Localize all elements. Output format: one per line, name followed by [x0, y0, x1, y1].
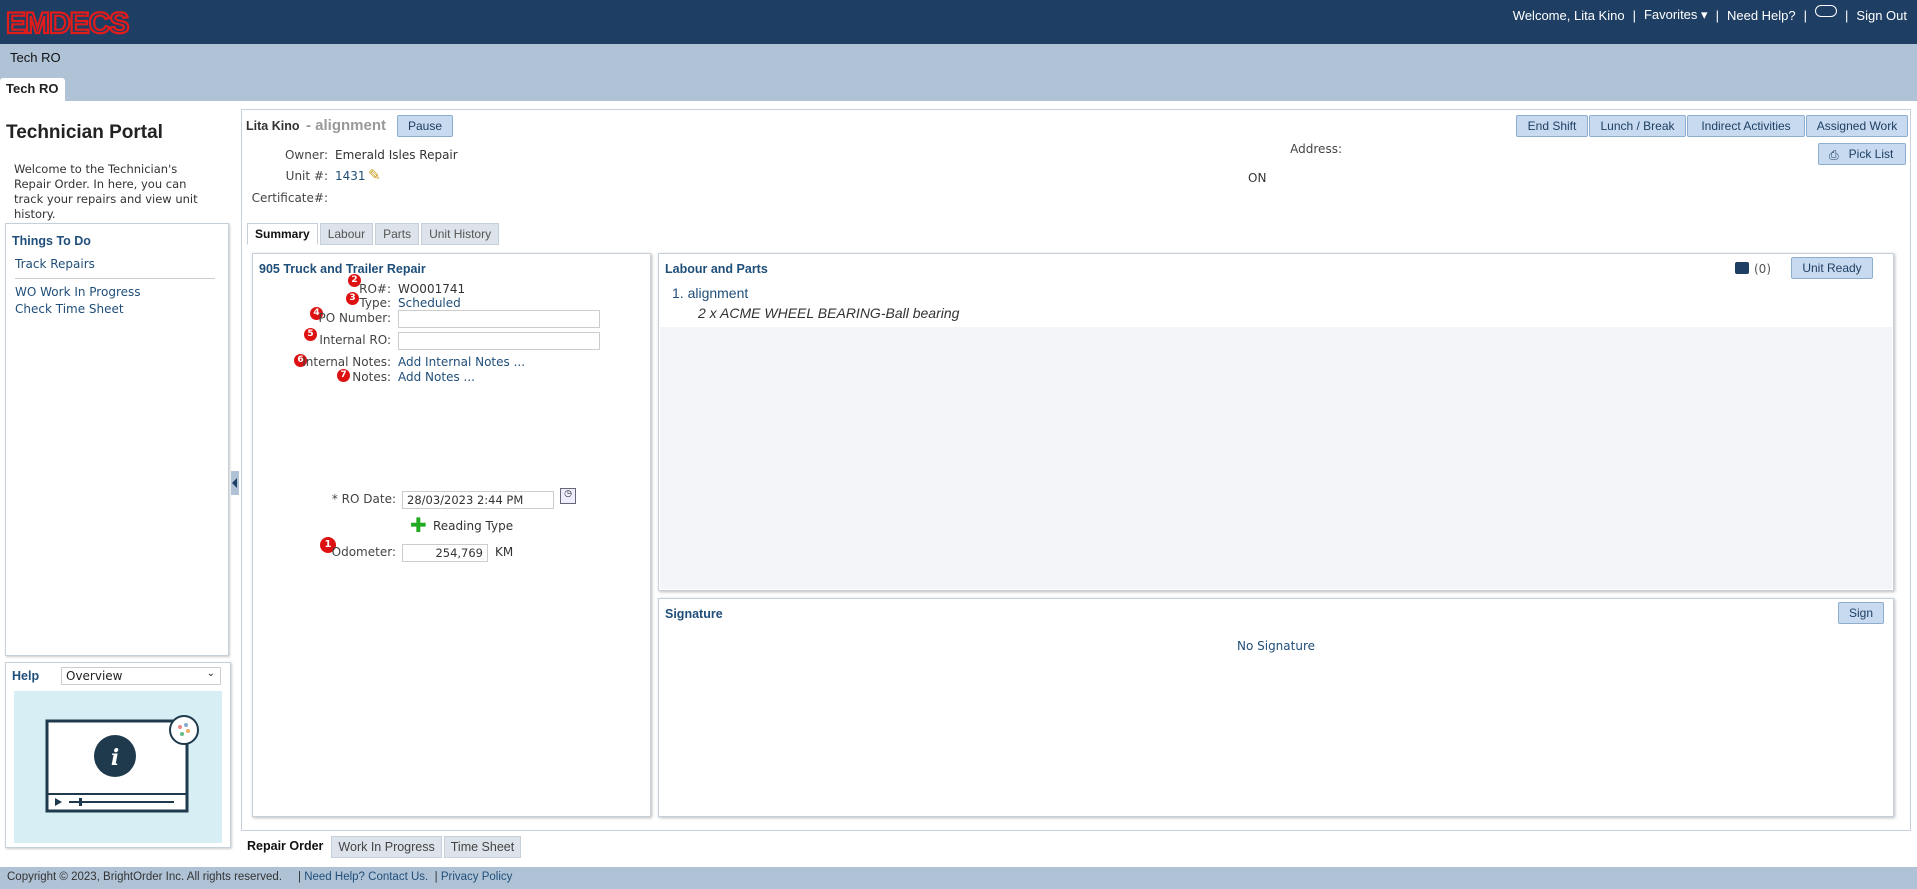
- signature-panel: Signature Sign No Signature: [658, 598, 1894, 817]
- tab-tech-ro[interactable]: Tech RO: [0, 78, 65, 101]
- photo-count: (0): [1754, 262, 1771, 276]
- check-time-sheet-link[interactable]: Check Time Sheet: [15, 302, 124, 316]
- labour-parts-list: 1. alignment 2 x ACME WHEEL BEARING-Ball…: [660, 282, 1892, 589]
- track-repairs-link[interactable]: Track Repairs: [15, 257, 95, 271]
- unit-ready-button[interactable]: Unit Ready: [1791, 257, 1873, 279]
- tab-summary[interactable]: Summary: [247, 223, 318, 245]
- tab-work-in-progress[interactable]: Work In Progress: [331, 836, 442, 858]
- ro-date-input[interactable]: 28/03/2023 2:44 PM: [402, 491, 554, 509]
- chat-icon[interactable]: [1815, 5, 1838, 17]
- module-bar: Tech RO Tech RO: [0, 44, 1917, 101]
- end-shift-button[interactable]: End Shift: [1516, 115, 1588, 137]
- calendar-clock-icon[interactable]: ◷: [560, 488, 576, 504]
- top-bar: EMDECS Welcome, Lita Kino | Favorites ▾ …: [0, 0, 1917, 44]
- add-internal-notes-link[interactable]: Add Internal Notes ...: [398, 355, 525, 369]
- odometer-label: Odometer:: [331, 545, 396, 559]
- ro-summary-panel: 905 Truck and Trailer Repair 2 RO#: WO00…: [252, 253, 651, 817]
- unit-link[interactable]: 1431: [335, 169, 366, 183]
- wo-work-in-progress-link[interactable]: WO Work In Progress: [15, 285, 141, 299]
- add-notes-link[interactable]: Add Notes ...: [398, 370, 475, 384]
- assigned-work-button[interactable]: Assigned Work: [1806, 115, 1908, 137]
- notes-label: Notes:: [352, 370, 391, 384]
- lunch-break-button[interactable]: Lunch / Break: [1589, 115, 1686, 137]
- video-player-icon: i: [45, 715, 199, 813]
- po-number-input[interactable]: [398, 310, 600, 328]
- things-to-do-panel: Things To Do Track Repairs WO Work In Pr…: [5, 223, 229, 656]
- tab-repair-order[interactable]: Repair Order: [241, 836, 330, 858]
- tab-unit-history[interactable]: Unit History: [421, 223, 500, 245]
- copyright-text: Copyright © 2023, BrightOrder Inc. All r…: [7, 871, 283, 883]
- pick-list-label: Pick List: [1848, 147, 1894, 161]
- type-value[interactable]: Scheduled: [398, 296, 461, 310]
- part-item: 2 x ACME WHEEL BEARING-Ball bearing: [698, 305, 960, 321]
- footer: Copyright © 2023, BrightOrder Inc. All r…: [0, 867, 1917, 889]
- help-label: Help: [12, 669, 40, 683]
- shop-title: 905 Truck and Trailer Repair: [259, 262, 426, 276]
- odometer-input[interactable]: 254,769: [402, 544, 488, 562]
- type-label: Type:: [359, 296, 391, 310]
- chevron-down-icon: ⌄: [206, 668, 215, 679]
- ro-number-label: RO#:: [359, 282, 391, 296]
- reading-type-link[interactable]: Reading Type: [433, 519, 513, 533]
- help-topic-value: Overview: [66, 669, 123, 683]
- favorites-menu[interactable]: Favorites ▾: [1644, 7, 1708, 23]
- tab-parts[interactable]: Parts: [375, 223, 420, 245]
- favorites-label: Favorites: [1643, 7, 1698, 22]
- no-signature-text: No Signature: [1236, 639, 1316, 653]
- welcome-text: Welcome, Lita Kino: [1512, 7, 1625, 23]
- svg-text:EMDECS: EMDECS: [6, 7, 128, 39]
- tab-time-sheet[interactable]: Time Sheet: [443, 836, 522, 858]
- need-help-link[interactable]: Need Help?: [1727, 8, 1796, 23]
- bottom-tabs: Repair Order Work In Progress Time Sheet: [241, 836, 522, 858]
- svg-text:i: i: [111, 745, 119, 771]
- internal-ro-label: Internal RO:: [319, 333, 391, 347]
- labour-item-link[interactable]: 1. alignment: [672, 285, 748, 301]
- breadcrumb: Tech RO: [10, 50, 61, 65]
- photo-icon[interactable]: [1735, 262, 1749, 274]
- pick-list-button[interactable]: ⎙ Pick List: [1818, 143, 1906, 165]
- certificate-label: Certificate#:: [251, 191, 328, 205]
- labour-parts-title: Labour and Parts: [665, 262, 768, 276]
- emdecs-logo[interactable]: EMDECS: [6, 5, 166, 39]
- owner-label: Owner:: [284, 148, 328, 162]
- help-video[interactable]: i: [14, 691, 222, 843]
- signature-title: Signature: [665, 607, 723, 621]
- printer-icon: ⎙: [1829, 148, 1839, 162]
- page-title: Technician Portal: [6, 122, 163, 143]
- things-to-do-title: Things To Do: [12, 234, 91, 248]
- current-task: - alignment: [306, 117, 387, 134]
- add-icon[interactable]: ✚: [410, 515, 427, 535]
- pause-button[interactable]: Pause: [397, 115, 454, 137]
- divider: [15, 278, 215, 279]
- intro-text: Welcome to the Technician's Repair Order…: [14, 162, 198, 221]
- indirect-activities-button[interactable]: Indirect Activities: [1687, 115, 1805, 137]
- address-label: Address:: [1290, 142, 1342, 156]
- tab-labour[interactable]: Labour: [319, 223, 374, 245]
- privacy-policy-link[interactable]: Privacy Policy: [441, 871, 513, 883]
- main-panel: Lita Kino - alignment Pause End Shift Lu…: [241, 109, 1911, 831]
- sign-out-link[interactable]: Sign Out: [1856, 8, 1907, 23]
- help-panel: Help Overview ⌄ i: [5, 662, 231, 848]
- technician-name: Lita Kino: [246, 119, 300, 133]
- po-number-label: PO Number:: [318, 311, 391, 325]
- pencil-icon[interactable]: ✎: [368, 166, 381, 184]
- odometer-unit: KM: [495, 545, 514, 559]
- caret-down-icon: ▾: [1701, 7, 1708, 22]
- internal-notes-label: Internal Notes:: [302, 355, 391, 369]
- labour-parts-panel: Labour and Parts (0) Unit Ready 1. align…: [658, 253, 1894, 591]
- address-value: ON: [1248, 171, 1267, 185]
- sign-button[interactable]: Sign: [1838, 602, 1884, 624]
- internal-ro-input[interactable]: [398, 332, 600, 350]
- collapse-sidebar-handle[interactable]: [231, 471, 239, 495]
- owner-value: Emerald Isles Repair: [335, 148, 458, 162]
- ro-number-value: WO001741: [398, 282, 466, 296]
- unit-label: Unit #:: [285, 169, 328, 183]
- top-nav: Welcome, Lita Kino | Favorites ▾ | Need …: [1512, 5, 1907, 23]
- help-topic-select[interactable]: Overview ⌄: [61, 667, 221, 685]
- ro-date-label: * RO Date:: [331, 492, 396, 506]
- detail-tabs: Summary Labour Parts Unit History: [247, 223, 500, 245]
- contact-us-link[interactable]: Need Help? Contact Us.: [304, 871, 428, 883]
